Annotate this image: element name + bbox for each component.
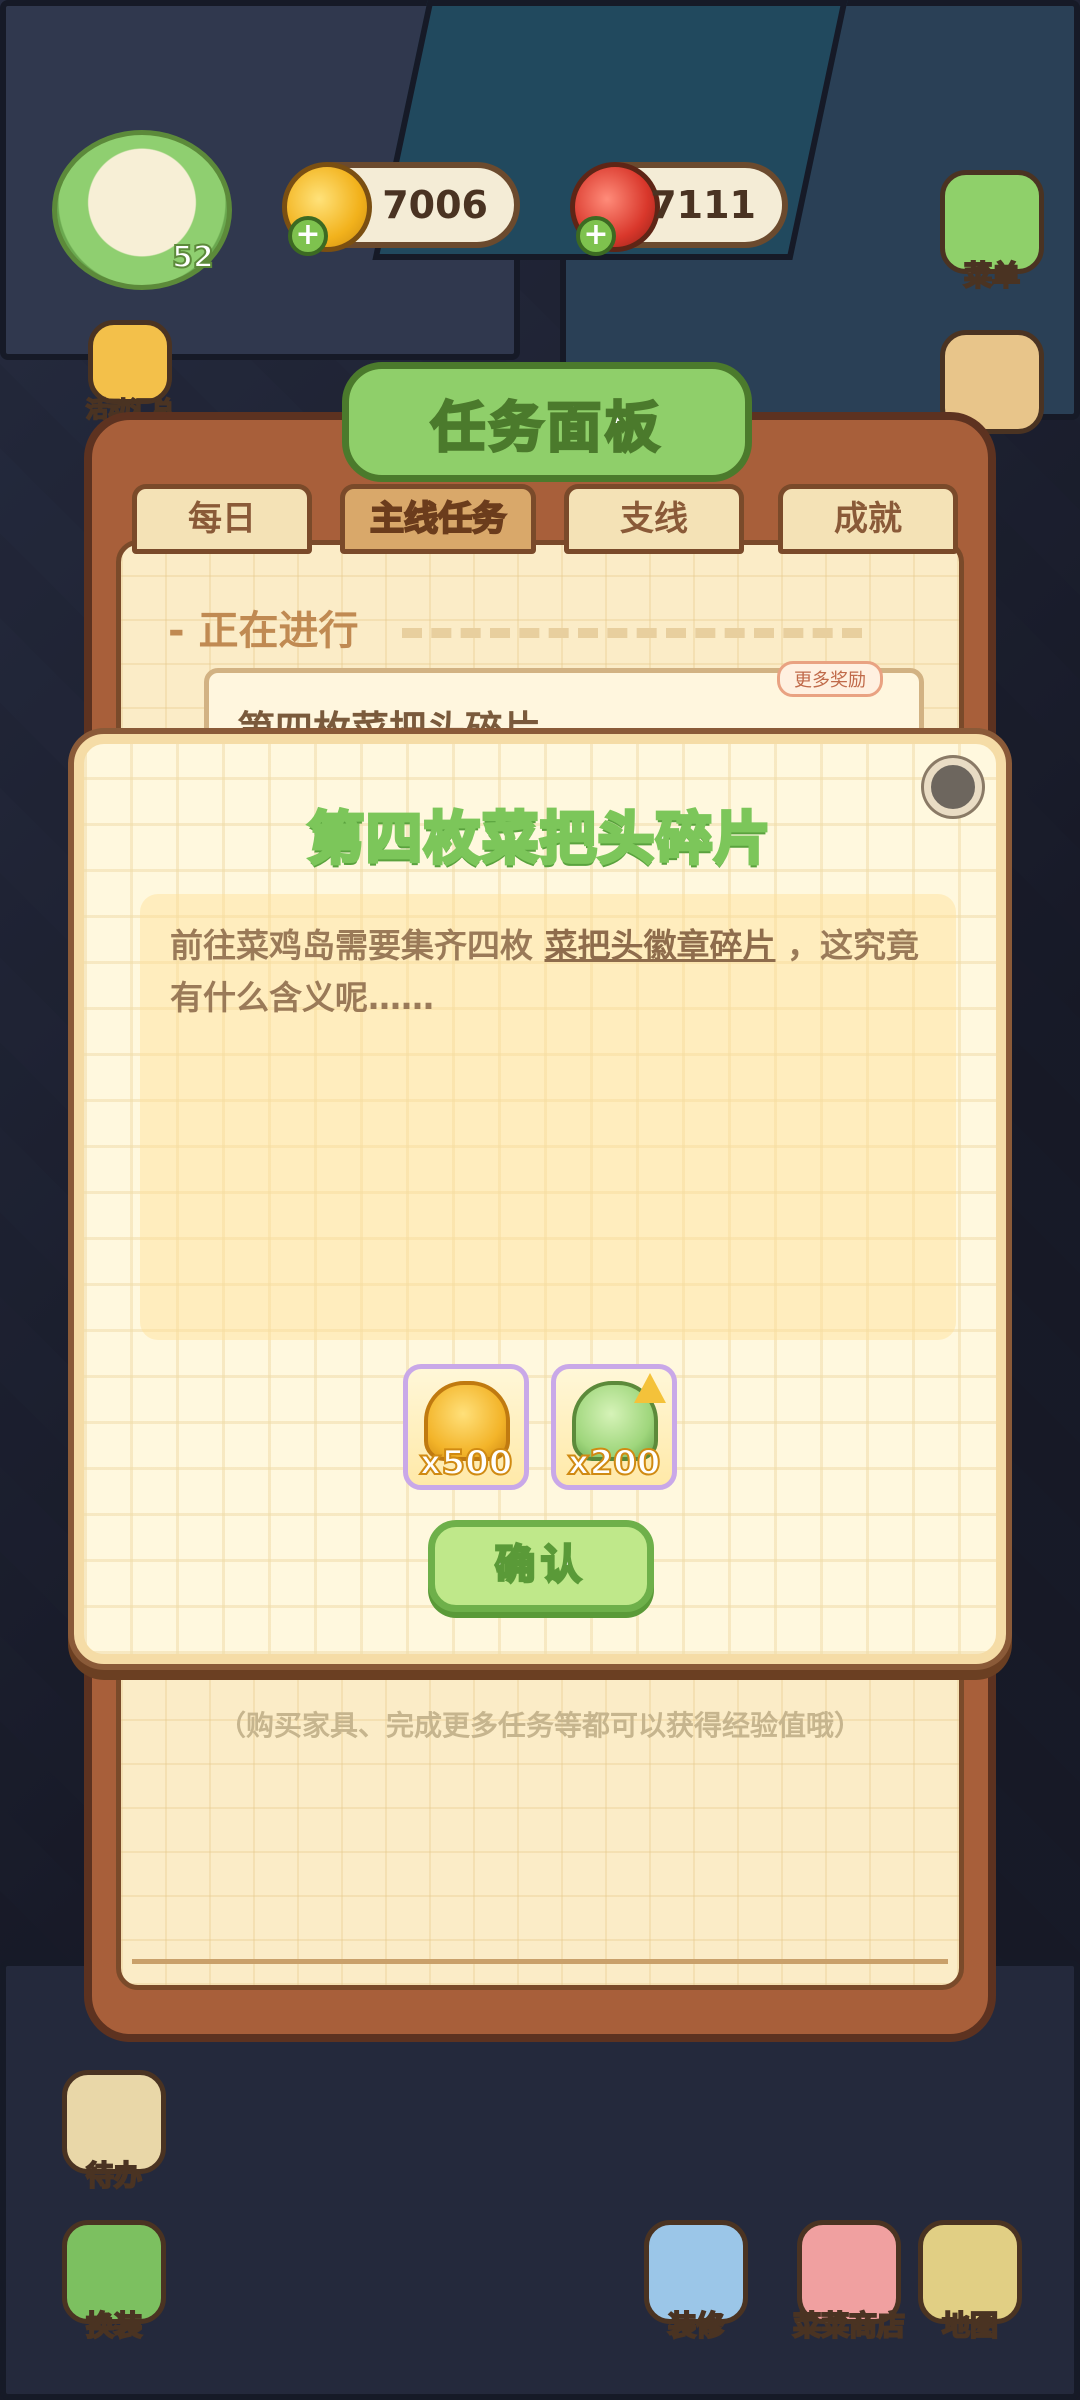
reward-coins[interactable]: x500: [403, 1364, 529, 1490]
menu-button[interactable]: 菜单: [932, 170, 1052, 294]
confirm-button[interactable]: 确认: [428, 1520, 654, 1612]
panel-title-plate: 任务面板: [342, 362, 752, 482]
decorate-button[interactable]: 装修: [636, 2220, 756, 2344]
reward-list: x500 x200: [84, 1364, 996, 1490]
tab-main-quest[interactable]: 主线任务: [340, 484, 536, 554]
dialog-title: 第四枚菜把头碎片: [306, 805, 772, 874]
add-food-icon[interactable]: +: [576, 216, 616, 256]
food-value: 7111: [650, 183, 756, 227]
shop-button[interactable]: 菜菜商店: [764, 2220, 934, 2344]
exp-hint: （购买家具、完成更多任务等都可以获得经验值哦）: [217, 1709, 862, 1742]
paper-edge: [132, 1924, 948, 1964]
more-reward-badge: 更多奖励: [777, 661, 883, 697]
map-button[interactable]: 地图: [910, 2220, 1030, 2344]
tab-daily[interactable]: 每日: [132, 484, 312, 554]
tab-achievements[interactable]: 成就: [778, 484, 958, 554]
desc-text-before: 前往菜鸡岛需要集齐四枚: [170, 926, 545, 965]
section-heading: - 正在进行: [168, 608, 359, 654]
todo-button[interactable]: 待办: [54, 2070, 174, 2194]
reward-qty: x200: [567, 1442, 662, 1484]
coin-counter[interactable]: + 7006: [282, 162, 520, 256]
reward-qty: x500: [419, 1442, 514, 1484]
quest-tabs: 每日 主线任务 支线 成就: [122, 484, 962, 556]
arrow-up-icon: [634, 1373, 666, 1403]
food-counter[interactable]: + 7111: [570, 162, 788, 256]
add-coins-icon[interactable]: +: [288, 216, 328, 256]
todo-label: 待办: [85, 2158, 143, 2193]
menu-label: 菜单: [963, 258, 1021, 293]
dress-label: 换装: [85, 2308, 143, 2343]
badge-fragment-link[interactable]: 菜把头徽章碎片: [545, 926, 776, 965]
dress-up-button[interactable]: 换装: [54, 2220, 174, 2344]
reward-exp[interactable]: x200: [551, 1364, 677, 1490]
tab-side-quest[interactable]: 支线: [564, 484, 744, 554]
quest-detail-dialog: 第四枚菜把头碎片 前往菜鸡岛需要集齐四枚 菜把头徽章碎片 ，这究竟有什么含义呢……: [74, 734, 1006, 1664]
section-divider: [402, 628, 862, 638]
quest-description: 前往菜鸡岛需要集齐四枚 菜把头徽章碎片 ，这究竟有什么含义呢……: [140, 894, 956, 1340]
shop-label: 菜菜商店: [792, 2308, 906, 2343]
player-level: 52: [171, 239, 215, 276]
coin-value: 7006: [382, 183, 488, 227]
panel-title: 任务面板: [430, 395, 663, 461]
decorate-label: 装修: [667, 2308, 725, 2343]
event-summary-button[interactable]: 活动汇总: [70, 320, 190, 424]
map-label: 地图: [941, 2308, 999, 2343]
